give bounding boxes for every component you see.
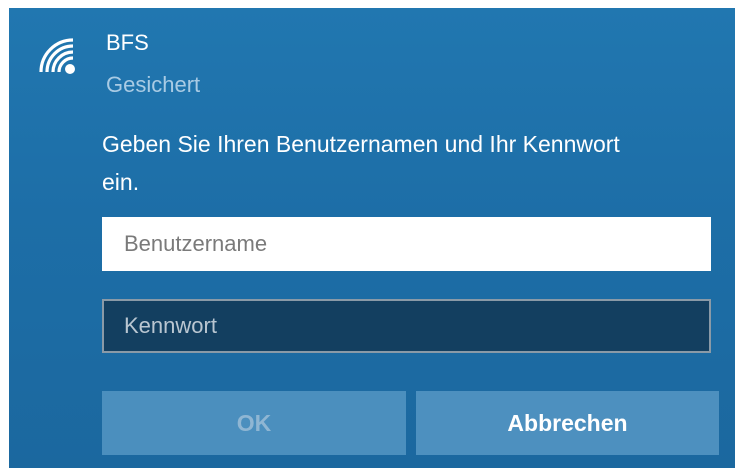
cancel-button[interactable]: Abbrechen bbox=[416, 391, 719, 455]
network-name: BFS bbox=[106, 30, 149, 55]
username-input[interactable] bbox=[102, 217, 711, 271]
wifi-login-flyout: BFS Gesichert Geben Sie Ihren Benutzerna… bbox=[9, 8, 735, 468]
wifi-secured-icon bbox=[35, 34, 79, 78]
network-status: Gesichert bbox=[106, 72, 201, 97]
ok-button[interactable]: OK bbox=[102, 391, 406, 455]
credentials-prompt: Geben Sie Ihren Benutzernamen und Ihr Ke… bbox=[102, 131, 620, 195]
password-input[interactable] bbox=[102, 299, 711, 353]
